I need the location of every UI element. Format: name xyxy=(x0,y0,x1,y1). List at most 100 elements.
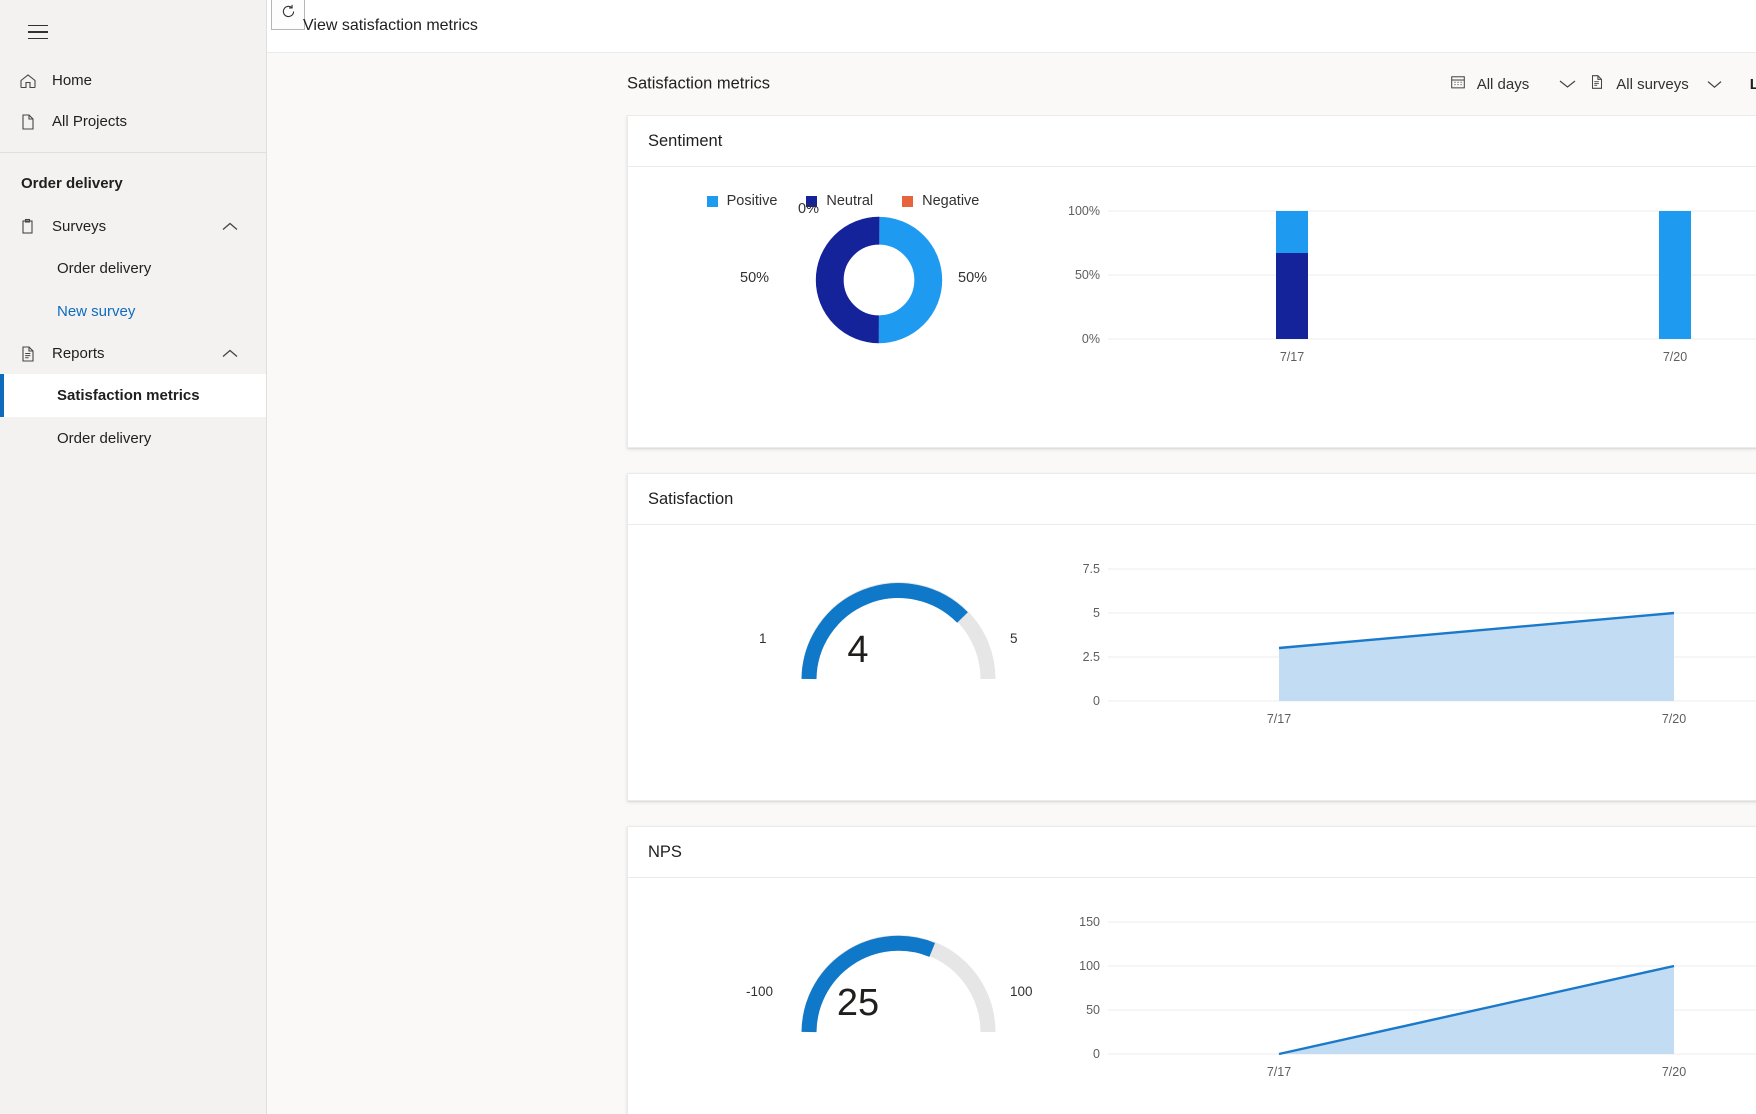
home-icon xyxy=(18,71,52,91)
legend-swatch-negative xyxy=(902,196,913,207)
sidebar-item-label: Order delivery xyxy=(57,430,151,447)
legend-label: Neutral xyxy=(826,193,873,209)
sentiment-stacked-bar-chart[interactable]: 100% 50% 0% 7/17 7/20 xyxy=(1048,189,1756,379)
x-tick-label: 7/17 xyxy=(1267,1065,1291,1079)
chevron-down-icon[interactable] xyxy=(1559,76,1576,93)
sidebar-item-all-projects[interactable]: All Projects xyxy=(0,101,266,142)
card-title: Sentiment xyxy=(648,132,722,151)
filter-label: All days xyxy=(1477,76,1530,93)
sidebar-section-title: Order delivery xyxy=(0,153,266,206)
y-tick-label: 0 xyxy=(1093,1047,1100,1061)
y-tick-label: 0 xyxy=(1093,694,1100,708)
page-header-title: View satisfaction metrics xyxy=(303,17,478,35)
page-title: Satisfaction metrics xyxy=(627,75,770,94)
donut-label-neutral: 50% xyxy=(740,270,769,286)
sidebar-top-nav: Home All Projects xyxy=(0,60,266,153)
sentiment-bar-panel: 100% 50% 0% 7/17 7/20 xyxy=(1048,167,1756,394)
chevron-up-icon[interactable] xyxy=(222,345,238,362)
chevron-up-icon[interactable] xyxy=(222,218,238,235)
card-nps: NPS 4 responses 25 -100 100 xyxy=(627,826,1756,1114)
area-fill xyxy=(1279,613,1674,701)
filter-label: All surveys xyxy=(1616,76,1689,93)
card-satisfaction: Satisfaction 4 responses 4 1 5 xyxy=(627,473,1756,801)
card-body: 25 -100 100 150 100 5 xyxy=(628,878,1756,1114)
x-tick-label: 7/20 xyxy=(1662,712,1686,726)
sentiment-donut-chart[interactable] xyxy=(814,215,944,345)
nps-gauge-wrap: 25 -100 100 xyxy=(628,904,1048,1054)
clipboard-icon xyxy=(18,217,52,237)
top-command-bar: View satisfaction metrics Refresh xyxy=(267,0,1756,53)
nps-gauge-value: 25 xyxy=(628,982,1048,1025)
legend-item-positive[interactable]: Positive xyxy=(707,193,778,209)
x-tick-label: 7/20 xyxy=(1663,350,1687,364)
document-icon xyxy=(18,112,52,132)
sidebar-item-label: Satisfaction metrics xyxy=(57,387,200,404)
donut-label-positive: 50% xyxy=(958,270,987,286)
card-title: NPS xyxy=(648,843,682,862)
bar-segment-positive[interactable] xyxy=(1659,211,1691,339)
refresh-icon xyxy=(280,3,297,25)
satisfaction-gauge-panel: 4 1 5 xyxy=(628,525,1048,701)
y-tick-label: 50% xyxy=(1075,268,1100,282)
nps-gauge-panel: 25 -100 100 xyxy=(628,878,1048,1054)
report-icon xyxy=(18,344,52,364)
card-body: 4 1 5 7.5 5 2.5 xyxy=(628,525,1756,800)
y-tick-label: 150 xyxy=(1079,915,1100,929)
sub-header: Satisfaction metrics All days All surve xyxy=(267,53,1756,115)
legend-label: Negative xyxy=(922,193,979,209)
card-header: Sentiment 4 responses xyxy=(628,116,1756,167)
legend-item-negative[interactable]: Negative xyxy=(902,193,979,209)
card-sentiment: Sentiment 4 responses Positive Neutr xyxy=(627,115,1756,448)
satisfaction-area-panel: 7.5 5 2.5 0 7/17 7/20 xyxy=(1048,525,1756,752)
card-header: Satisfaction 4 responses xyxy=(628,474,1756,525)
sidebar-item-home[interactable]: Home xyxy=(0,60,266,101)
chevron-down-icon[interactable] xyxy=(1707,76,1722,93)
donut-label-negative: 0% xyxy=(798,201,819,217)
gauge-min-label: -100 xyxy=(746,984,773,999)
y-tick-label: 100% xyxy=(1068,204,1100,218)
gauge-max-label: 100 xyxy=(1010,984,1033,999)
bar-segment-positive[interactable] xyxy=(1276,211,1308,253)
main-content: View satisfaction metrics Refresh Satisf… xyxy=(267,0,1756,1114)
document-icon xyxy=(1588,73,1606,95)
sidebar-item-label: All Projects xyxy=(52,113,127,130)
y-tick-label: 5 xyxy=(1093,606,1100,620)
card-title: Satisfaction xyxy=(648,490,733,509)
legend-label: Positive xyxy=(727,193,778,209)
calendar-icon xyxy=(1449,73,1467,95)
sidebar-item-order-delivery-survey[interactable]: Order delivery xyxy=(0,247,266,290)
sidebar-item-new-survey[interactable]: New survey xyxy=(0,290,266,333)
y-tick-label: 100 xyxy=(1079,959,1100,973)
sidebar-group-surveys[interactable]: Surveys xyxy=(0,206,266,247)
y-tick-label: 0% xyxy=(1082,332,1100,346)
hamburger-icon[interactable] xyxy=(14,8,62,56)
y-tick-label: 2.5 xyxy=(1083,650,1100,664)
sidebar-item-order-delivery-report[interactable]: Order delivery xyxy=(0,417,266,460)
filter-all-days[interactable]: All days xyxy=(1443,69,1583,99)
refresh-command-button[interactable] xyxy=(271,0,305,30)
card-header: NPS 4 responses xyxy=(628,827,1756,878)
sentiment-donut-wrap: 0% 50% 50% xyxy=(628,215,1048,375)
gauge-min-label: 1 xyxy=(759,631,767,646)
satisfaction-area-chart[interactable]: 7.5 5 2.5 0 7/17 7/20 xyxy=(1048,547,1756,737)
y-tick-label: 7.5 xyxy=(1083,562,1100,576)
card-body: Positive Neutral Negative xyxy=(628,167,1756,447)
sidebar-group-label: Reports xyxy=(52,345,105,362)
bar-segment-neutral[interactable] xyxy=(1276,253,1308,339)
satisfaction-gauge-wrap: 4 1 5 xyxy=(628,551,1048,701)
sentiment-donut-panel: Positive Neutral Negative xyxy=(628,167,1048,375)
sentiment-legend: Positive Neutral Negative xyxy=(628,193,1048,209)
sidebar: Home All Projects Order delivery Surveys… xyxy=(0,0,267,1114)
x-tick-label: 7/20 xyxy=(1662,1065,1686,1079)
satisfaction-gauge-value: 4 xyxy=(628,629,1048,672)
cards-container: Sentiment 4 responses Positive Neutr xyxy=(267,115,1756,1114)
x-tick-label: 7/17 xyxy=(1280,350,1304,364)
sidebar-item-satisfaction-metrics[interactable]: Satisfaction metrics xyxy=(0,374,266,417)
y-tick-label: 50 xyxy=(1086,1003,1100,1017)
filter-all-surveys[interactable]: All surveys xyxy=(1582,69,1728,99)
nps-area-chart[interactable]: 150 100 50 0 7/17 7/20 xyxy=(1048,900,1756,1090)
sidebar-group-reports[interactable]: Reports xyxy=(0,333,266,374)
sidebar-item-label: Order delivery xyxy=(57,260,151,277)
sidebar-item-label: New survey xyxy=(57,303,135,320)
filter-bar: All days All surveys Last refreshed :57 … xyxy=(1443,69,1756,99)
